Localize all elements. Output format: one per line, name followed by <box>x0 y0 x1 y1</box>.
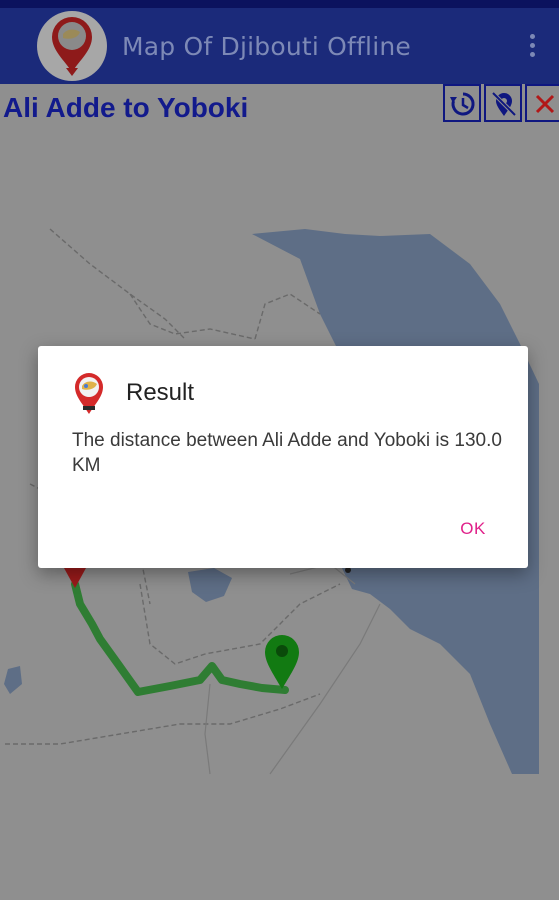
map-pin-logo-icon <box>36 10 108 82</box>
route-line <box>71 580 289 696</box>
dialog-title: Result <box>126 379 195 406</box>
location-off-icon <box>491 91 517 117</box>
route-title: Ali Adde to Yoboki <box>3 92 249 123</box>
ok-button[interactable]: OK <box>438 512 508 546</box>
more-vert-icon[interactable] <box>522 34 542 64</box>
status-bar <box>0 0 559 8</box>
reset-route-button[interactable] <box>443 84 481 122</box>
result-dialog: Result The distance between Ali Adde and… <box>38 346 528 568</box>
dialog-message: The distance between Ali Adde and Yoboki… <box>72 430 502 476</box>
history-icon <box>450 92 475 116</box>
close-icon <box>535 94 555 114</box>
map-pin-icon <box>72 372 106 416</box>
app-bar: Map Of Djibouti Offline <box>0 8 559 85</box>
close-button[interactable] <box>525 84 559 122</box>
clear-markers-button[interactable] <box>484 84 522 122</box>
end-marker <box>265 635 299 689</box>
lake-area <box>188 568 232 602</box>
app-title: Map Of Djibouti Offline <box>122 32 411 61</box>
lake-area-small <box>4 666 22 694</box>
start-marker <box>64 568 86 588</box>
